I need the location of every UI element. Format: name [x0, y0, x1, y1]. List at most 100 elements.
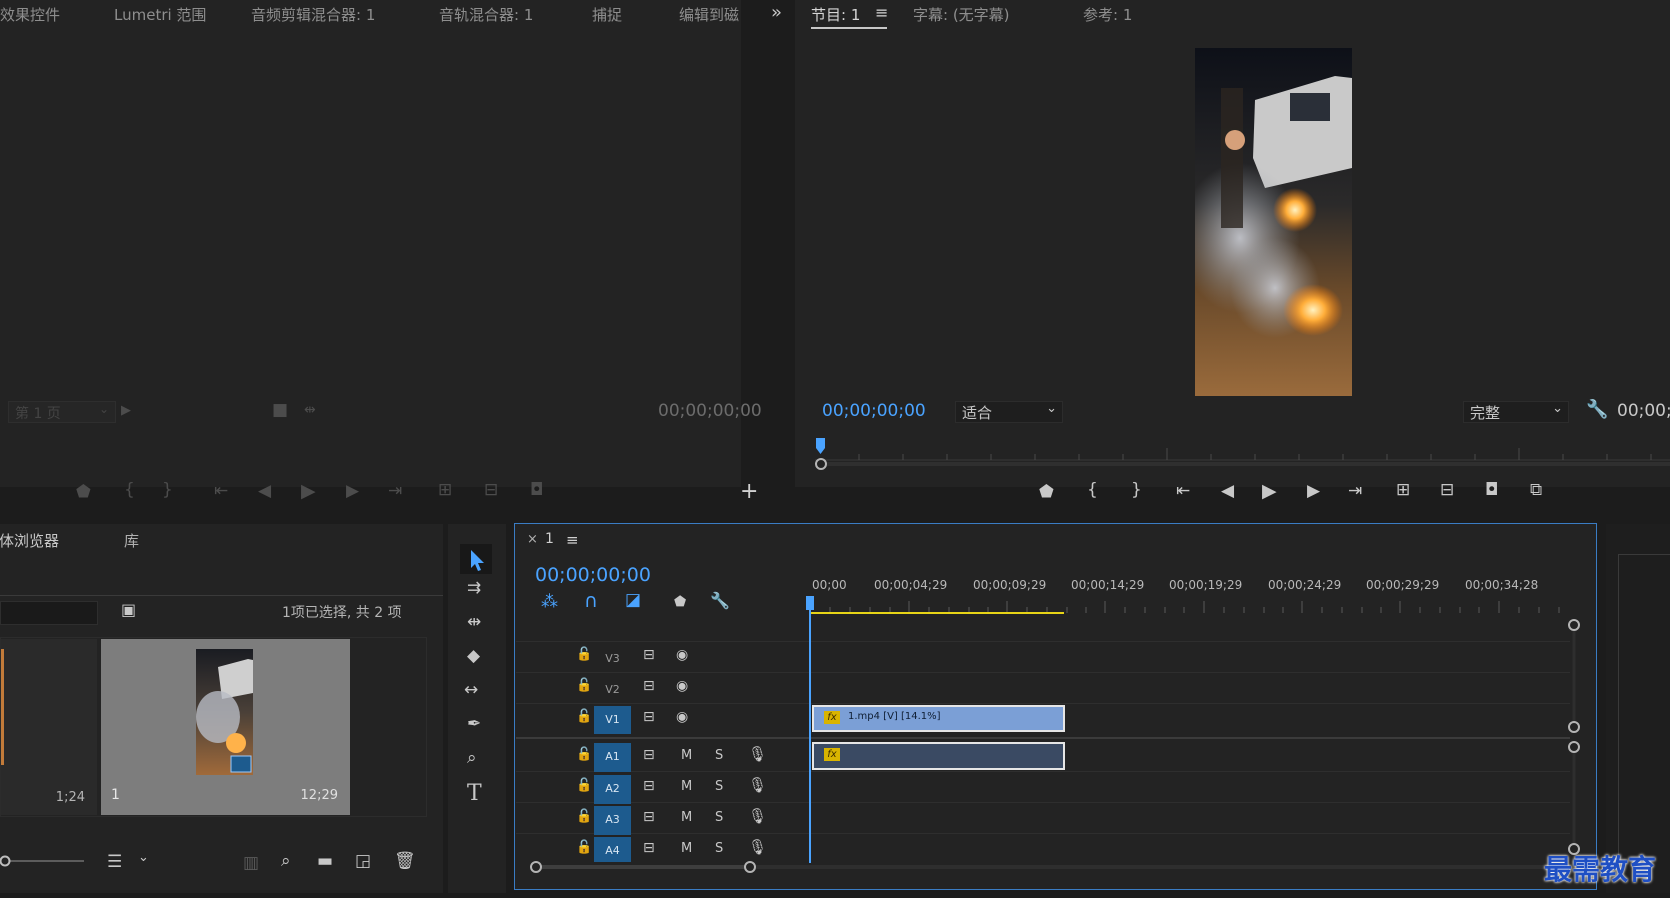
mute-button[interactable]: M: [681, 749, 692, 762]
mute-button[interactable]: M: [681, 842, 692, 855]
tab-libraries[interactable]: 库: [124, 530, 139, 551]
snap-magnet-icon[interactable]: ∩: [584, 592, 598, 611]
track-target-v3[interactable]: V3: [594, 645, 631, 672]
eye-icon[interactable]: ◉: [676, 648, 688, 662]
track-lock-icon[interactable]: 🔓: [576, 679, 592, 692]
solo-button[interactable]: S: [715, 749, 723, 762]
video-clip[interactable]: fx 1.mp4 [V] [14.1%]: [812, 705, 1065, 732]
track-target-a1[interactable]: A1: [594, 743, 631, 772]
go-to-in-icon[interactable]: ⇤: [1176, 483, 1190, 500]
project-search-input[interactable]: [0, 601, 98, 625]
track-lock-icon[interactable]: 🔓: [576, 748, 592, 761]
mark-in-icon[interactable]: {: [1087, 482, 1098, 499]
tab-audio-track-mixer[interactable]: 音轨混合器: 1: [439, 4, 533, 25]
add-marker-icon[interactable]: ⬟: [674, 595, 686, 609]
thumbnail-size-slider[interactable]: [0, 855, 84, 867]
selection-tool-icon[interactable]: [460, 544, 492, 574]
linked-selection-icon[interactable]: ◪: [625, 592, 641, 609]
export-frame-icon[interactable]: ◘: [1485, 482, 1498, 499]
track-target-a3[interactable]: A3: [594, 806, 631, 835]
sync-lock-icon[interactable]: ⊟: [643, 710, 655, 724]
go-to-out-icon[interactable]: ⇥: [1348, 483, 1362, 500]
eye-icon[interactable]: ◉: [676, 679, 688, 693]
track-lock-icon[interactable]: 🔓: [576, 710, 592, 723]
timeline-settings-icon[interactable]: 🔧: [710, 593, 730, 609]
tab-reference[interactable]: 参考: 1: [1083, 4, 1132, 25]
new-bin-icon[interactable]: ▬: [317, 853, 333, 870]
program-timecode[interactable]: 00;00;00;00: [822, 401, 926, 421]
tab-capture[interactable]: 捕捉: [592, 4, 622, 25]
video-tracks-scrollbar[interactable]: [1567, 618, 1581, 734]
type-tool-icon[interactable]: T: [467, 783, 482, 805]
microphone-icon[interactable]: 🎙: [748, 747, 767, 762]
sync-lock-icon[interactable]: ⊟: [643, 648, 655, 662]
zoom-tool-icon[interactable]: ⌕: [467, 750, 477, 767]
tab-media-browser[interactable]: 媒体浏览器: [0, 530, 59, 551]
razor-tool-icon[interactable]: ◆: [467, 648, 480, 665]
page-select[interactable]: 第 1 页 ⌄: [8, 401, 116, 423]
trash-icon[interactable]: 🗑: [394, 853, 416, 870]
find-folder-icon[interactable]: ▣: [121, 602, 136, 618]
ripple-edit-tool-icon[interactable]: ⇹: [467, 614, 481, 631]
timeline-ruler[interactable]: [810, 595, 1570, 615]
track-lock-icon[interactable]: 🔓: [576, 779, 592, 792]
tab-effect-controls[interactable]: 效果控件: [0, 4, 60, 25]
nest-toggle-icon[interactable]: ⁂: [541, 594, 558, 611]
quality-select[interactable]: 完整 ⌄: [1463, 401, 1569, 423]
track-lock-icon[interactable]: 🔓: [576, 810, 592, 823]
track-target-a2[interactable]: A2: [594, 775, 631, 804]
sync-lock-icon[interactable]: ⊟: [643, 779, 655, 793]
track-select-tool-icon[interactable]: ⇉: [467, 580, 481, 597]
microphone-icon[interactable]: 🎙: [748, 809, 767, 824]
project-item[interactable]: 1 12;29: [101, 639, 350, 815]
sync-lock-icon[interactable]: ⊟: [643, 748, 655, 762]
mute-button[interactable]: M: [681, 811, 692, 824]
chevron-down-icon[interactable]: ⌄: [138, 851, 149, 864]
program-menu-icon[interactable]: ≡: [875, 3, 888, 22]
timeline-menu-icon[interactable]: ≡: [566, 531, 579, 549]
solo-button[interactable]: S: [715, 842, 723, 855]
sequence-tab[interactable]: 1: [545, 531, 554, 547]
timeline-timecode[interactable]: 00;00;00;00: [535, 564, 651, 586]
eye-icon[interactable]: ◉: [676, 710, 688, 724]
audio-tracks-scrollbar[interactable]: [1567, 740, 1581, 856]
new-item-icon[interactable]: ◲: [355, 853, 371, 870]
zoom-select[interactable]: 适合 ⌄: [955, 401, 1063, 423]
add-marker-icon[interactable]: ⬟: [1039, 484, 1054, 501]
tab-program[interactable]: 节目: 1: [811, 4, 860, 25]
sync-lock-icon[interactable]: ⊟: [643, 810, 655, 824]
timeline-playhead-handle[interactable]: [806, 596, 814, 610]
program-playhead[interactable]: [816, 438, 825, 454]
microphone-icon[interactable]: 🎙: [748, 840, 767, 855]
tab-edit-to-tape[interactable]: 编辑到磁: [679, 4, 739, 25]
mute-button[interactable]: M: [681, 780, 692, 793]
sync-lock-icon[interactable]: ⊟: [643, 679, 655, 693]
add-button-icon[interactable]: +: [740, 481, 758, 503]
timeline-close-icon[interactable]: ×: [527, 532, 538, 547]
settings-wrench-icon[interactable]: 🔧: [1586, 401, 1608, 419]
comparison-view-icon[interactable]: ⧉: [1530, 482, 1542, 499]
sort-icon[interactable]: ☰: [107, 854, 122, 871]
program-zoom-bar[interactable]: [815, 458, 1670, 470]
step-back-icon[interactable]: ◀: [1221, 483, 1234, 500]
tab-captions[interactable]: 字幕: (无字幕): [913, 4, 1010, 25]
tab-lumetri-scopes[interactable]: Lumetri 范围: [114, 4, 206, 25]
find-icon[interactable]: ⌕: [281, 853, 291, 870]
solo-button[interactable]: S: [715, 780, 723, 793]
track-lock-icon[interactable]: 🔓: [576, 648, 592, 661]
audio-clip[interactable]: fx: [812, 742, 1065, 770]
source-timecode[interactable]: 00;00;00;00: [658, 401, 762, 421]
step-forward-icon[interactable]: ▶: [1307, 483, 1320, 500]
track-target-v1[interactable]: V1: [594, 706, 631, 734]
project-item[interactable]: 1;24: [0, 639, 97, 815]
track-target-a4[interactable]: A4: [594, 837, 631, 862]
play-icon[interactable]: ▶: [1262, 482, 1277, 501]
tab-audio-clip-mixer[interactable]: 音频剪辑混合器: 1: [251, 4, 375, 25]
extract-icon[interactable]: ⊟: [1440, 482, 1454, 499]
mark-out-icon[interactable]: }: [1131, 482, 1142, 499]
track-target-v2[interactable]: V2: [594, 676, 631, 703]
timeline-zoom-scrollbar[interactable]: [528, 860, 1568, 874]
track-lock-icon[interactable]: 🔓: [576, 841, 592, 854]
sync-lock-icon[interactable]: ⊟: [643, 841, 655, 855]
timeline-playhead[interactable]: [809, 600, 811, 863]
